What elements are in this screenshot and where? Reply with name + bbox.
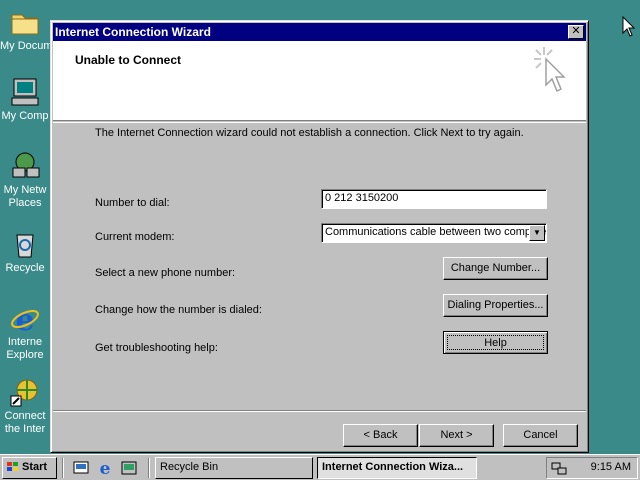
change-number-label: Select a new phone number: — [95, 267, 236, 279]
wizard-cursor-sparkle-icon — [534, 47, 566, 93]
dialing-properties-button[interactable]: Dialing Properties... — [443, 294, 548, 317]
back-button[interactable]: < Back — [343, 424, 418, 447]
current-modem-select[interactable]: Communications cable between two compute… — [321, 223, 547, 243]
close-icon: ✕ — [571, 25, 581, 37]
desktop-icon-recycle-bin[interactable]: Recycle — [0, 228, 50, 275]
start-button[interactable]: Start — [2, 457, 57, 479]
window-title: Internet Connection Wizard — [55, 25, 211, 39]
task-button-connection-wizard[interactable]: Internet Connection Wiza... — [317, 457, 477, 479]
desktop-icon-label: Recycle — [5, 262, 45, 274]
task-label: Internet Connection Wiza... — [322, 461, 464, 473]
change-number-button[interactable]: Change Number... — [443, 257, 548, 280]
change-number-button-label: Change Number... — [450, 262, 541, 274]
system-tray: 9:15 AM — [546, 457, 638, 479]
dialing-properties-label: Change how the number is dialed: — [95, 304, 262, 316]
wizard-message: The Internet Connection wizard could not… — [95, 127, 524, 139]
close-button[interactable]: ✕ — [568, 25, 584, 39]
desktop-icon-label: Interne — [7, 336, 43, 348]
wizard-header: Unable to Connect — [53, 41, 586, 121]
desktop-icon-label-2: Explore — [6, 349, 44, 361]
next-button[interactable]: Next > — [419, 424, 494, 447]
desktop-icon-connect-internet[interactable]: Connect the Inter — [0, 376, 50, 436]
taskbar-separator — [62, 458, 64, 478]
desktop-icon-label: Connect — [4, 410, 46, 422]
recycle-bin-icon — [16, 234, 34, 258]
cancel-button-label: Cancel — [523, 429, 558, 441]
connect-internet-icon — [10, 379, 38, 407]
desktop-icon-internet-explorer[interactable]: e Interne Explore — [0, 302, 50, 362]
current-modem-value: Communications cable between two compute… — [325, 226, 547, 238]
number-to-dial-input[interactable]: 0 212 3150200 — [321, 189, 547, 209]
svg-text:e: e — [15, 303, 34, 334]
desktop-icon-label: My Docum — [0, 40, 50, 52]
dialing-properties-button-label: Dialing Properties... — [447, 299, 544, 311]
number-to-dial-value: 0 212 3150200 — [325, 192, 399, 204]
windows-logo-icon — [7, 462, 18, 472]
folder-icon — [11, 14, 39, 35]
chevron-down-icon[interactable]: ▼ — [529, 225, 545, 241]
page-title: Unable to Connect — [75, 53, 182, 67]
troubleshooting-label: Get troubleshooting help: — [95, 342, 218, 354]
show-desktop-icon[interactable] — [72, 459, 90, 477]
clock[interactable]: 9:15 AM — [591, 461, 631, 473]
mouse-cursor-icon — [622, 16, 636, 37]
taskbar-separator — [148, 458, 150, 478]
desktop-icon-label: My Netw — [3, 184, 47, 196]
task-button-recycle-bin[interactable]: Recycle Bin — [155, 457, 313, 479]
taskbar: Start e Recycle Bin Internet Connection … — [0, 454, 640, 480]
internet-explorer-icon[interactable]: e — [96, 459, 114, 477]
next-button-label: Next > — [440, 429, 473, 441]
help-button[interactable]: Help — [443, 331, 548, 354]
desktop-icon-label: My Comp — [1, 110, 49, 122]
cancel-button[interactable]: Cancel — [503, 424, 578, 447]
title-bar[interactable]: Internet Connection Wizard ✕ — [53, 23, 586, 41]
help-button-label: Help — [447, 335, 544, 350]
desktop-icon-label-2: the Inter — [4, 423, 46, 435]
wizard-window: Internet Connection Wizard ✕ Unable to C… — [50, 20, 589, 453]
footer-divider — [53, 410, 586, 412]
computer-icon — [11, 78, 39, 106]
current-modem-label: Current modem: — [95, 231, 175, 243]
desktop-icon-my-computer[interactable]: My Comp — [0, 76, 50, 123]
back-button-label: < Back — [363, 429, 398, 441]
desktop-icon-my-documents[interactable]: My Docum — [0, 6, 50, 53]
task-label: Recycle Bin — [160, 461, 219, 473]
svg-text:e: e — [100, 459, 111, 477]
network-icon — [12, 152, 40, 178]
desktop-icon-label-2: Places — [8, 197, 42, 209]
start-label: Start — [22, 461, 48, 473]
header-divider — [53, 122, 586, 123]
network-connection-icon[interactable] — [551, 460, 567, 476]
internet-explorer-icon: e — [11, 303, 39, 334]
number-to-dial-label: Number to dial: — [95, 197, 170, 209]
desktop-icon-my-network[interactable]: My Netw Places — [0, 150, 50, 210]
channels-icon[interactable] — [120, 459, 138, 477]
